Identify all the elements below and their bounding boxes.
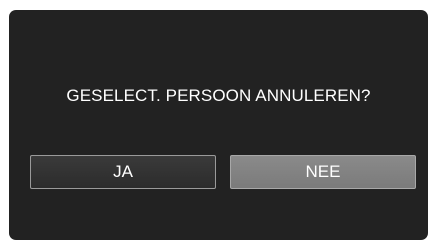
no-button[interactable]: NEE: [230, 155, 416, 189]
dialog-screen: GESELECT. PERSOON ANNULEREN? JA NEE: [9, 10, 428, 240]
yes-button-label: JA: [113, 162, 133, 181]
no-button-label: NEE: [305, 162, 341, 181]
yes-button[interactable]: JA: [30, 155, 216, 189]
dialog-message: GESELECT. PERSOON ANNULEREN?: [66, 86, 371, 105]
